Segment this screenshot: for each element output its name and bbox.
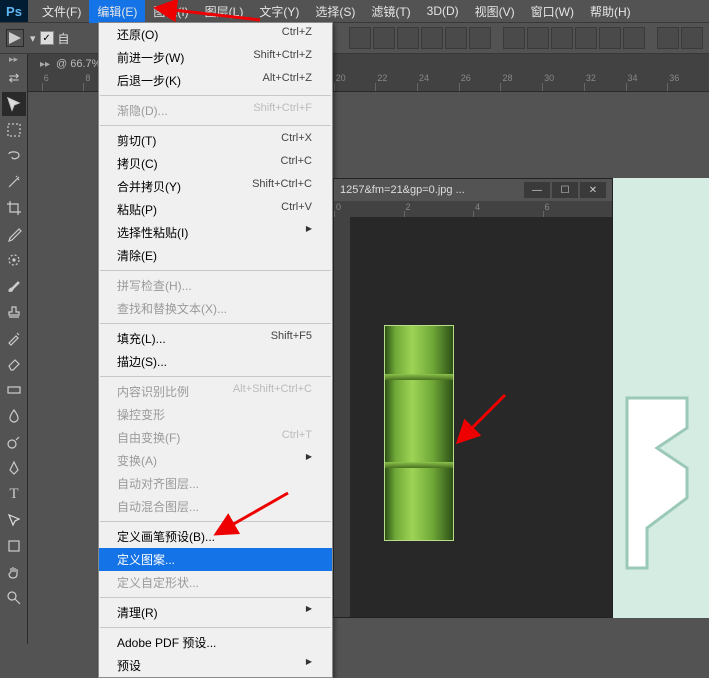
- heal-tool-icon[interactable]: [2, 248, 26, 272]
- menu-item-O[interactable]: 还原(O)Ctrl+Z: [99, 23, 332, 46]
- menu-item-S[interactable]: 描边(S)...: [99, 350, 332, 373]
- brush-tool-icon[interactable]: [2, 274, 26, 298]
- menu-item-X: 查找和替换文本(X)...: [99, 297, 332, 320]
- document-titlebar[interactable]: 1257&fm=21&gp=0.jpg ... — ☐ ✕: [334, 179, 612, 201]
- menu-type[interactable]: 文字(Y): [251, 0, 307, 23]
- menu-layer[interactable]: 图层(L): [197, 0, 252, 23]
- history-brush-tool-icon[interactable]: [2, 326, 26, 350]
- menu-help[interactable]: 帮助(H): [582, 0, 639, 23]
- maximize-button[interactable]: ☐: [552, 182, 578, 198]
- menu-item-A: 变换(A): [99, 449, 332, 472]
- menu-window[interactable]: 窗口(W): [523, 0, 582, 23]
- menu-item-[interactable]: 定义图案...: [99, 548, 332, 571]
- move-tool-icon[interactable]: [2, 92, 26, 116]
- menu-item-[interactable]: 预设: [99, 654, 332, 677]
- menu-edit[interactable]: 编辑(E): [89, 0, 145, 23]
- distribute-icon[interactable]: [551, 27, 573, 49]
- edit-menu-dropdown: 还原(O)Ctrl+Z前进一步(W)Shift+Ctrl+Z后退一步(K)Alt…: [98, 22, 333, 678]
- tool-panel: ▸▸ ⇄ T: [0, 54, 28, 644]
- menubar: Ps 文件(F) 编辑(E) 图像(I) 图层(L) 文字(Y) 选择(S) 滤…: [0, 0, 709, 22]
- align-icon[interactable]: [373, 27, 395, 49]
- collapse-icon[interactable]: ▸▸: [0, 54, 27, 64]
- menu-item-: 自动混合图层...: [99, 495, 332, 518]
- menu-image[interactable]: 图像(I): [145, 0, 196, 23]
- collapse-icon[interactable]: ▸▸: [40, 59, 50, 70]
- close-button[interactable]: ✕: [580, 182, 606, 198]
- menu-item-Y[interactable]: 合并拷贝(Y)Shift+Ctrl+C: [99, 175, 332, 198]
- menu-item-: 定义自定形状...: [99, 571, 332, 594]
- align-icon[interactable]: [445, 27, 467, 49]
- menu-3d[interactable]: 3D(D): [419, 1, 467, 21]
- menu-view[interactable]: 视图(V): [467, 0, 523, 23]
- align-icon[interactable]: [397, 27, 419, 49]
- menu-item-: 内容识别比例Alt+Shift+Ctrl+C: [99, 380, 332, 403]
- menu-filter[interactable]: 滤镜(T): [363, 0, 418, 23]
- gradient-tool-icon[interactable]: [2, 378, 26, 402]
- zoom-level: @ 66.7%: [56, 58, 101, 70]
- shape-tool-icon[interactable]: [2, 534, 26, 558]
- blur-tool-icon[interactable]: [2, 404, 26, 428]
- menu-item-AdobePDF[interactable]: Adobe PDF 预设...: [99, 631, 332, 654]
- lasso-tool-icon[interactable]: [2, 144, 26, 168]
- stamp-tool-icon[interactable]: [2, 300, 26, 324]
- menu-file[interactable]: 文件(F): [34, 0, 89, 23]
- menu-item-W[interactable]: 前进一步(W)Shift+Ctrl+Z: [99, 46, 332, 69]
- distribute-icon[interactable]: [503, 27, 525, 49]
- bamboo-image: [384, 325, 454, 541]
- hand-tool-icon[interactable]: [2, 560, 26, 584]
- arrange-icon[interactable]: [657, 27, 679, 49]
- menu-item-D: 渐隐(D)...Shift+Ctrl+F: [99, 99, 332, 122]
- menu-item-: 操控变形: [99, 403, 332, 426]
- distribute-icon[interactable]: [623, 27, 645, 49]
- menu-item-R[interactable]: 清理(R): [99, 601, 332, 624]
- background-document: [613, 178, 709, 618]
- menu-item-B[interactable]: 定义画笔预设(B)...: [99, 525, 332, 548]
- distribute-icon[interactable]: [527, 27, 549, 49]
- menu-item-C[interactable]: 拷贝(C)Ctrl+C: [99, 152, 332, 175]
- menu-item-H: 拼写检查(H)...: [99, 274, 332, 297]
- distribute-icon[interactable]: [599, 27, 621, 49]
- menu-item-K[interactable]: 后退一步(K)Alt+Ctrl+Z: [99, 69, 332, 92]
- document-title: 1257&fm=21&gp=0.jpg ...: [340, 184, 522, 196]
- align-icon[interactable]: [349, 27, 371, 49]
- pen-tool-icon[interactable]: [2, 456, 26, 480]
- path-tool-icon[interactable]: [2, 508, 26, 532]
- option-label: 自: [58, 30, 70, 47]
- app-logo: Ps: [0, 0, 28, 22]
- zoom-tool-icon[interactable]: [2, 586, 26, 610]
- menu-item-T[interactable]: 剪切(T)Ctrl+X: [99, 129, 332, 152]
- type-tool-icon[interactable]: T: [2, 482, 26, 506]
- minimize-button[interactable]: —: [524, 182, 550, 198]
- eyedropper-tool-icon[interactable]: [2, 222, 26, 246]
- marquee-tool-icon[interactable]: [2, 118, 26, 142]
- align-icon[interactable]: [421, 27, 443, 49]
- document-window: 1257&fm=21&gp=0.jpg ... — ☐ ✕ 0246: [333, 178, 613, 618]
- menu-item-L[interactable]: 填充(L)...Shift+F5: [99, 327, 332, 350]
- distribute-icon[interactable]: [575, 27, 597, 49]
- crop-tool-icon[interactable]: [2, 196, 26, 220]
- wand-tool-icon[interactable]: [2, 170, 26, 194]
- auto-select-checkbox[interactable]: ✓: [40, 31, 54, 45]
- tool-preset-icon[interactable]: [6, 29, 24, 47]
- dodge-tool-icon[interactable]: [2, 430, 26, 454]
- menu-item-I[interactable]: 选择性粘贴(I): [99, 221, 332, 244]
- document-ruler-h: 0246: [334, 201, 612, 217]
- arrange-icon[interactable]: [681, 27, 703, 49]
- menu-item-E[interactable]: 清除(E): [99, 244, 332, 267]
- document-ruler-v: [334, 217, 350, 617]
- document-canvas[interactable]: [350, 217, 612, 617]
- eraser-tool-icon[interactable]: [2, 352, 26, 376]
- menu-select[interactable]: 选择(S): [307, 0, 363, 23]
- artwork-glyph: [617, 378, 709, 578]
- chevron-down-icon[interactable]: ▾: [30, 32, 36, 45]
- menu-item-F: 自由变换(F)Ctrl+T: [99, 426, 332, 449]
- swap-icon[interactable]: ⇄: [2, 66, 26, 90]
- menu-item-: 自动对齐图层...: [99, 472, 332, 495]
- align-icon[interactable]: [469, 27, 491, 49]
- menu-item-P[interactable]: 粘贴(P)Ctrl+V: [99, 198, 332, 221]
